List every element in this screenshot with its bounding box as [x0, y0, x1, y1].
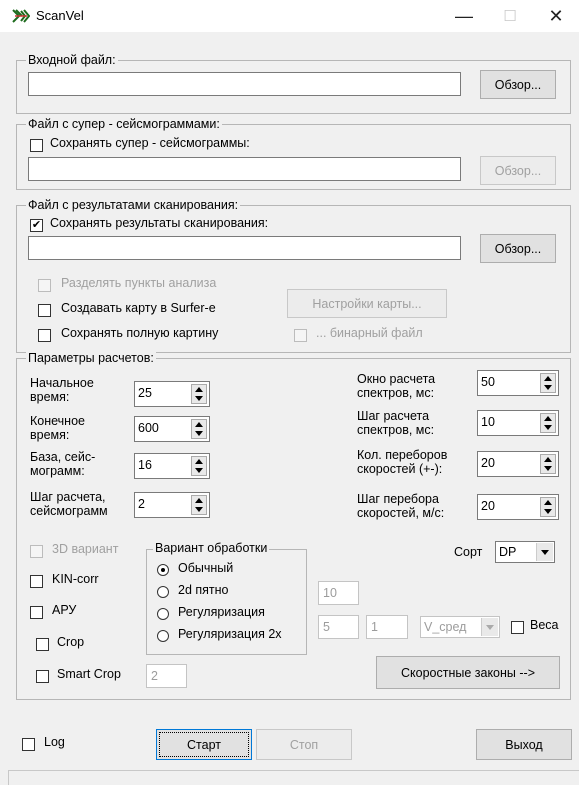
results-file-field[interactable] [28, 236, 461, 260]
processing-group-label: Вариант обработки [153, 541, 270, 555]
field-10: 10 [318, 581, 359, 605]
log-checkbox[interactable] [22, 738, 35, 751]
map-settings-button: Настройки карты... [287, 289, 447, 318]
start-button[interactable]: Старт [156, 729, 252, 760]
spin-arrows-icon[interactable] [540, 413, 556, 433]
params-group-label: Параметры расчетов: [26, 351, 156, 365]
radio-normal-label: Обычный [178, 561, 234, 575]
radio-regularization-2x[interactable] [157, 630, 169, 642]
save-results-label: Сохранять результаты сканирования: [50, 216, 269, 230]
start-time-spinner[interactable]: 25 [134, 381, 210, 407]
vel-step-label: Шаг перебора скоростей, м/с: [357, 492, 445, 520]
smart-crop-field: 2 [146, 664, 187, 688]
end-time-label: Конечное время: [30, 414, 85, 442]
smart-crop-label: Smart Crop [57, 667, 121, 681]
dropdown-arrow-icon [481, 618, 498, 636]
split-points-checkbox [38, 279, 51, 292]
base-label: База, сейс-могрaмм: [30, 450, 96, 478]
window-title: ScanVel [36, 8, 84, 23]
status-bar [8, 770, 579, 785]
variant-3d-checkbox [30, 545, 43, 558]
variant-3d-label: 3D вариант [52, 542, 119, 556]
app-icon [12, 9, 30, 23]
input-file-field[interactable] [28, 72, 461, 96]
title-bar: ScanVel — ☐ ✕ [0, 0, 579, 32]
crop-checkbox[interactable] [36, 638, 49, 651]
spin-arrows-icon[interactable] [191, 419, 207, 439]
surfer-map-label: Создавать карту в Surfer-e [61, 301, 216, 315]
smart-crop-checkbox[interactable] [36, 670, 49, 683]
scan-results-group-label: Файл с результатами сканирования: [26, 198, 241, 212]
window-label: Окно расчета спектров, мс: [357, 372, 436, 400]
step-label: Шаг расчета, сейсмограмм [30, 490, 108, 518]
kin-corr-label: KIN-corr [52, 572, 99, 586]
dropdown-arrow-icon[interactable] [536, 543, 553, 561]
close-icon: ✕ [548, 5, 564, 26]
exit-button[interactable]: Выход [476, 729, 572, 760]
binary-file-checkbox [294, 329, 307, 342]
apu-label: АРУ [52, 603, 77, 617]
v-combo: V_сред [420, 616, 500, 638]
radio-regularization[interactable] [157, 608, 169, 620]
surfer-map-checkbox[interactable] [38, 304, 51, 317]
apu-checkbox[interactable] [30, 606, 43, 619]
checkmark-icon: ✔ [31, 219, 42, 231]
spin-arrows-icon[interactable] [540, 497, 556, 517]
velocity-laws-button[interactable]: Скоростные законы --> [376, 656, 560, 689]
super-browse-button: Обзор... [480, 156, 556, 185]
super-file-field[interactable] [28, 157, 461, 181]
spin-arrows-icon[interactable] [191, 456, 207, 476]
spin-arrows-icon[interactable] [191, 495, 207, 515]
weights-label: Веса [530, 618, 559, 632]
binary-file-label: ... бинарный файл [316, 326, 423, 340]
field-1: 1 [366, 615, 408, 639]
radio-normal[interactable] [157, 564, 169, 576]
radio-2d-spot[interactable] [157, 586, 169, 598]
maximize-icon: ☐ [503, 8, 517, 25]
kin-corr-checkbox[interactable] [30, 575, 43, 588]
spec-step-label: Шаг расчета спектров, мс: [357, 409, 435, 437]
field-5: 5 [318, 615, 359, 639]
vel-count-label: Кол. переборов скоростей (+-): [357, 448, 448, 476]
start-time-label: Начальное время: [30, 376, 94, 404]
radio-selected-dot [161, 568, 165, 572]
save-super-label: Сохранять супер - сейсмограммы: [50, 136, 250, 150]
spin-arrows-icon[interactable] [540, 454, 556, 474]
maximize-button: ☐ [487, 0, 533, 32]
window-spinner[interactable]: 50 [477, 370, 559, 396]
weights-checkbox[interactable] [511, 621, 524, 634]
full-picture-label: Сохранять полную картину [61, 326, 219, 340]
split-points-label: Разделять пункты анализа [61, 276, 217, 290]
step-spinner[interactable]: 2 [134, 492, 210, 518]
stop-button: Стоп [256, 729, 352, 760]
save-results-checkbox[interactable]: ✔ [30, 219, 43, 232]
log-label: Log [44, 735, 65, 749]
save-super-checkbox[interactable] [30, 139, 43, 152]
results-browse-button[interactable]: Обзор... [480, 234, 556, 263]
minimize-button[interactable]: — [441, 0, 487, 32]
sort-label: Сорт [454, 545, 483, 559]
radio-regularization-label: Регуляризация [178, 605, 265, 619]
spin-arrows-icon[interactable] [191, 384, 207, 404]
radio-regularization-2x-label: Регуляризация 2x [178, 627, 282, 641]
full-picture-checkbox[interactable] [38, 329, 51, 342]
vel-count-spinner[interactable]: 20 [477, 451, 559, 477]
super-seismogram-group-label: Файл с супер - сейсмограммами: [26, 117, 222, 131]
end-time-spinner[interactable]: 600 [134, 416, 210, 442]
spec-step-spinner[interactable]: 10 [477, 410, 559, 436]
input-browse-button[interactable]: Обзор... [480, 70, 556, 99]
spin-arrows-icon[interactable] [540, 373, 556, 393]
minimize-icon: — [455, 5, 473, 26]
vel-step-spinner[interactable]: 20 [477, 494, 559, 520]
base-spinner[interactable]: 16 [134, 453, 210, 479]
input-file-group-label: Входной файл: [26, 53, 118, 67]
radio-2d-spot-label: 2d пятно [178, 583, 229, 597]
crop-label: Crop [57, 635, 85, 649]
sort-combo[interactable]: DP [495, 541, 555, 563]
close-button[interactable]: ✕ [533, 0, 579, 32]
